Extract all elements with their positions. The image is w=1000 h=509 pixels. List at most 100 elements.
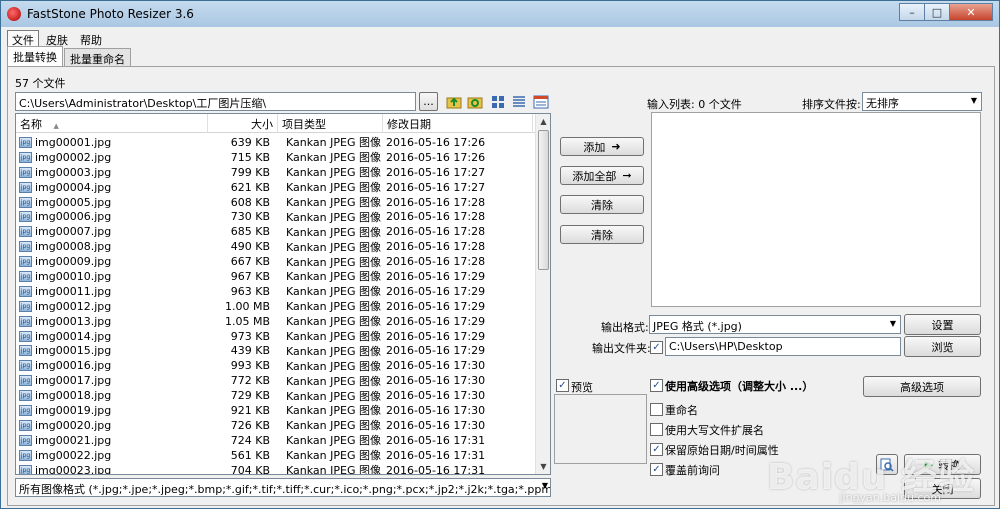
preview-checkbox[interactable]: ✓ xyxy=(556,379,569,392)
column-header-name[interactable]: 名称 ▲ xyxy=(16,114,208,133)
file-list-row[interactable]: jpg img00018.jpg 729 KB Kankan JPEG 图像 2016-… xyxy=(16,388,537,403)
file-list-row[interactable]: jpg img00005.jpg 608 KB Kankan JPEG 图像 2016-… xyxy=(16,195,537,210)
scroll-down-arrow-icon[interactable]: ▼ xyxy=(536,459,550,474)
tab-batch-convert[interactable]: 批量转换 xyxy=(7,46,63,66)
column-header-size[interactable]: 大小 xyxy=(208,114,278,133)
view-output-button[interactable] xyxy=(876,454,898,475)
maximize-button[interactable]: □ xyxy=(924,3,950,21)
file-name-cell: jpg img00005.jpg xyxy=(16,196,208,209)
browse-output-button[interactable]: 浏览 xyxy=(904,336,981,357)
file-list-row[interactable]: jpg img00023.jpg 704 KB Kankan JPEG 图像 2016-… xyxy=(16,463,537,474)
close-window-button[interactable]: ✕ xyxy=(949,3,993,21)
folder-up-icon[interactable] xyxy=(446,94,462,110)
file-date: 2016-05-16 17:26 xyxy=(386,135,486,149)
tab-batch-rename[interactable]: 批量重命名 xyxy=(64,48,131,66)
file-list-row[interactable]: jpg img00008.jpg 490 KB Kankan JPEG 图像 2016-… xyxy=(16,239,537,254)
scrollbar-thumb[interactable] xyxy=(538,130,549,270)
details-view-icon[interactable] xyxy=(533,94,549,110)
file-list-row[interactable]: jpg img00014.jpg 973 KB Kankan JPEG 图像 2016-… xyxy=(16,329,537,344)
convert-button[interactable]: ▶ 转换 xyxy=(904,454,981,475)
file-date: 2016-05-16 17:27 xyxy=(386,180,486,194)
file-name-cell: jpg img00020.jpg xyxy=(16,419,208,432)
minimize-button[interactable]: – xyxy=(899,3,925,21)
folder-path-input[interactable]: C:\Users\Administrator\Desktop\工厂图片压缩\ xyxy=(15,92,416,111)
input-file-list[interactable] xyxy=(651,112,981,307)
file-name-cell: jpg img00004.jpg xyxy=(16,181,208,194)
file-list[interactable]: 名称 ▲ 大小 项目类型 修改日期 jpg img00001.jpg 639 KB K… xyxy=(15,113,551,475)
jpeg-file-icon: jpg xyxy=(19,464,32,474)
thumbnail-view-icon[interactable] xyxy=(490,94,506,110)
file-list-row[interactable]: jpg img00004.jpg 621 KB Kankan JPEG 图像 2016-… xyxy=(16,180,537,195)
file-name: img00002.jpg xyxy=(35,150,112,164)
file-size: 621 KB xyxy=(230,180,270,194)
file-list-row[interactable]: jpg img00022.jpg 561 KB Kankan JPEG 图像 2016-… xyxy=(16,448,537,463)
jpeg-file-icon: jpg xyxy=(19,449,32,461)
file-type: Kankan JPEG 图像 xyxy=(286,300,381,314)
column-header-date[interactable]: 修改日期 xyxy=(383,114,533,133)
advanced-options-checkbox[interactable]: ✓ xyxy=(650,379,663,392)
file-list-header: 名称 ▲ 大小 项目类型 修改日期 xyxy=(16,114,537,133)
file-size: 561 KB xyxy=(230,448,270,462)
file-list-row[interactable]: jpg img00002.jpg 715 KB Kankan JPEG 图像 2016-… xyxy=(16,150,537,165)
overwrite-ask-checkbox[interactable]: ✓ xyxy=(650,463,663,476)
add-button[interactable]: 添加 ➜ xyxy=(560,137,644,156)
file-list-row[interactable]: jpg img00001.jpg 639 KB Kankan JPEG 图像 2016-… xyxy=(16,135,537,150)
file-list-row[interactable]: jpg img00013.jpg 1.05 MB Kankan JPEG 图像 2016… xyxy=(16,314,537,329)
file-list-row[interactable]: jpg img00016.jpg 993 KB Kankan JPEG 图像 2016-… xyxy=(16,358,537,373)
browse-folder-button[interactable]: ... xyxy=(419,92,438,111)
rename-checkbox[interactable] xyxy=(650,403,663,416)
input-list-label: 输入列表: 0 个文件 xyxy=(647,98,742,111)
add-all-button[interactable]: 添加全部 ➞ xyxy=(560,166,644,185)
scroll-up-arrow-icon[interactable]: ▲ xyxy=(536,114,550,129)
file-size: 973 KB xyxy=(230,329,270,343)
output-folder-checkbox[interactable]: ✓ xyxy=(650,341,663,354)
chevron-down-icon: ▼ xyxy=(889,319,896,328)
file-list-row[interactable]: jpg img00019.jpg 921 KB Kankan JPEG 图像 2016-… xyxy=(16,403,537,418)
jpeg-file-icon: jpg xyxy=(19,226,32,238)
refresh-folder-icon[interactable] xyxy=(467,94,483,110)
jpeg-file-icon: jpg xyxy=(19,375,32,387)
file-size: 608 KB xyxy=(230,195,270,209)
file-list-scrollbar[interactable]: ▲ ▼ xyxy=(535,114,550,474)
file-list-row[interactable]: jpg img00012.jpg 1.00 MB Kankan JPEG 图像 2016… xyxy=(16,299,537,314)
uppercase-ext-label: 使用大写文件扩展名 xyxy=(665,424,764,437)
jpeg-file-icon: jpg xyxy=(19,330,32,342)
file-list-row[interactable]: jpg img00021.jpg 724 KB Kankan JPEG 图像 2016-… xyxy=(16,433,537,448)
jpeg-file-icon: jpg xyxy=(19,345,32,357)
file-list-row[interactable]: jpg img00011.jpg 963 KB Kankan JPEG 图像 2016-… xyxy=(16,284,537,299)
convert-button-label: 转换 xyxy=(938,458,961,472)
advanced-options-button[interactable]: 高级选项 xyxy=(863,376,981,397)
jpeg-file-icon: jpg xyxy=(19,390,32,402)
clear-all-button[interactable]: 清除 xyxy=(560,225,644,244)
column-header-type[interactable]: 项目类型 xyxy=(278,114,383,133)
file-list-row[interactable]: jpg img00010.jpg 967 KB Kankan JPEG 图像 2016-… xyxy=(16,269,537,284)
file-name: img00017.jpg xyxy=(35,374,112,388)
output-folder-input[interactable]: C:\Users\HP\Desktop xyxy=(665,337,901,356)
title-bar[interactable]: FastStone Photo Resizer 3.6 – □ ✕ xyxy=(1,1,999,27)
list-view-icon[interactable] xyxy=(511,94,527,110)
file-list-row[interactable]: jpg img00009.jpg 667 KB Kankan JPEG 图像 2016-… xyxy=(16,254,537,269)
file-list-row[interactable]: jpg img00020.jpg 726 KB Kankan JPEG 图像 2016-… xyxy=(16,418,537,433)
uppercase-ext-checkbox[interactable] xyxy=(650,423,663,436)
menu-help[interactable]: 帮助 xyxy=(75,30,107,50)
output-format-select[interactable]: JPEG 格式 (*.jpg) ▼ xyxy=(649,315,901,334)
file-size: 772 KB xyxy=(230,374,270,388)
sort-select[interactable]: 无排序 ▼ xyxy=(862,92,982,111)
clear-button[interactable]: 清除 xyxy=(560,195,644,214)
jpeg-file-icon: jpg xyxy=(19,256,32,268)
file-type-filter-select[interactable]: 所有图像格式 (*.jpg;*.jpe;*.jpeg;*.bmp;*.gif;*… xyxy=(15,478,551,497)
settings-button[interactable]: 设置 xyxy=(904,314,981,335)
file-type: Kankan JPEG 图像 xyxy=(286,166,381,180)
file-list-row[interactable]: jpg img00007.jpg 685 KB Kankan JPEG 图像 2016-… xyxy=(16,224,537,239)
keep-date-checkbox[interactable]: ✓ xyxy=(650,443,663,456)
file-name-cell: jpg img00016.jpg xyxy=(16,359,208,372)
file-date: 2016-05-16 17:28 xyxy=(386,195,486,209)
jpeg-file-icon: jpg xyxy=(19,404,32,416)
file-list-row[interactable]: jpg img00017.jpg 772 KB Kankan JPEG 图像 2016-… xyxy=(16,373,537,388)
file-size: 439 KB xyxy=(230,344,270,358)
file-name-cell: jpg img00002.jpg xyxy=(16,151,208,164)
file-list-row[interactable]: jpg img00015.jpg 439 KB Kankan JPEG 图像 2016-… xyxy=(16,343,537,358)
file-type: Kankan JPEG 图像 xyxy=(286,196,381,210)
file-list-row[interactable]: jpg img00006.jpg 730 KB Kankan JPEG 图像 2016-… xyxy=(16,209,537,224)
file-list-row[interactable]: jpg img00003.jpg 799 KB Kankan JPEG 图像 2016-… xyxy=(16,165,537,180)
